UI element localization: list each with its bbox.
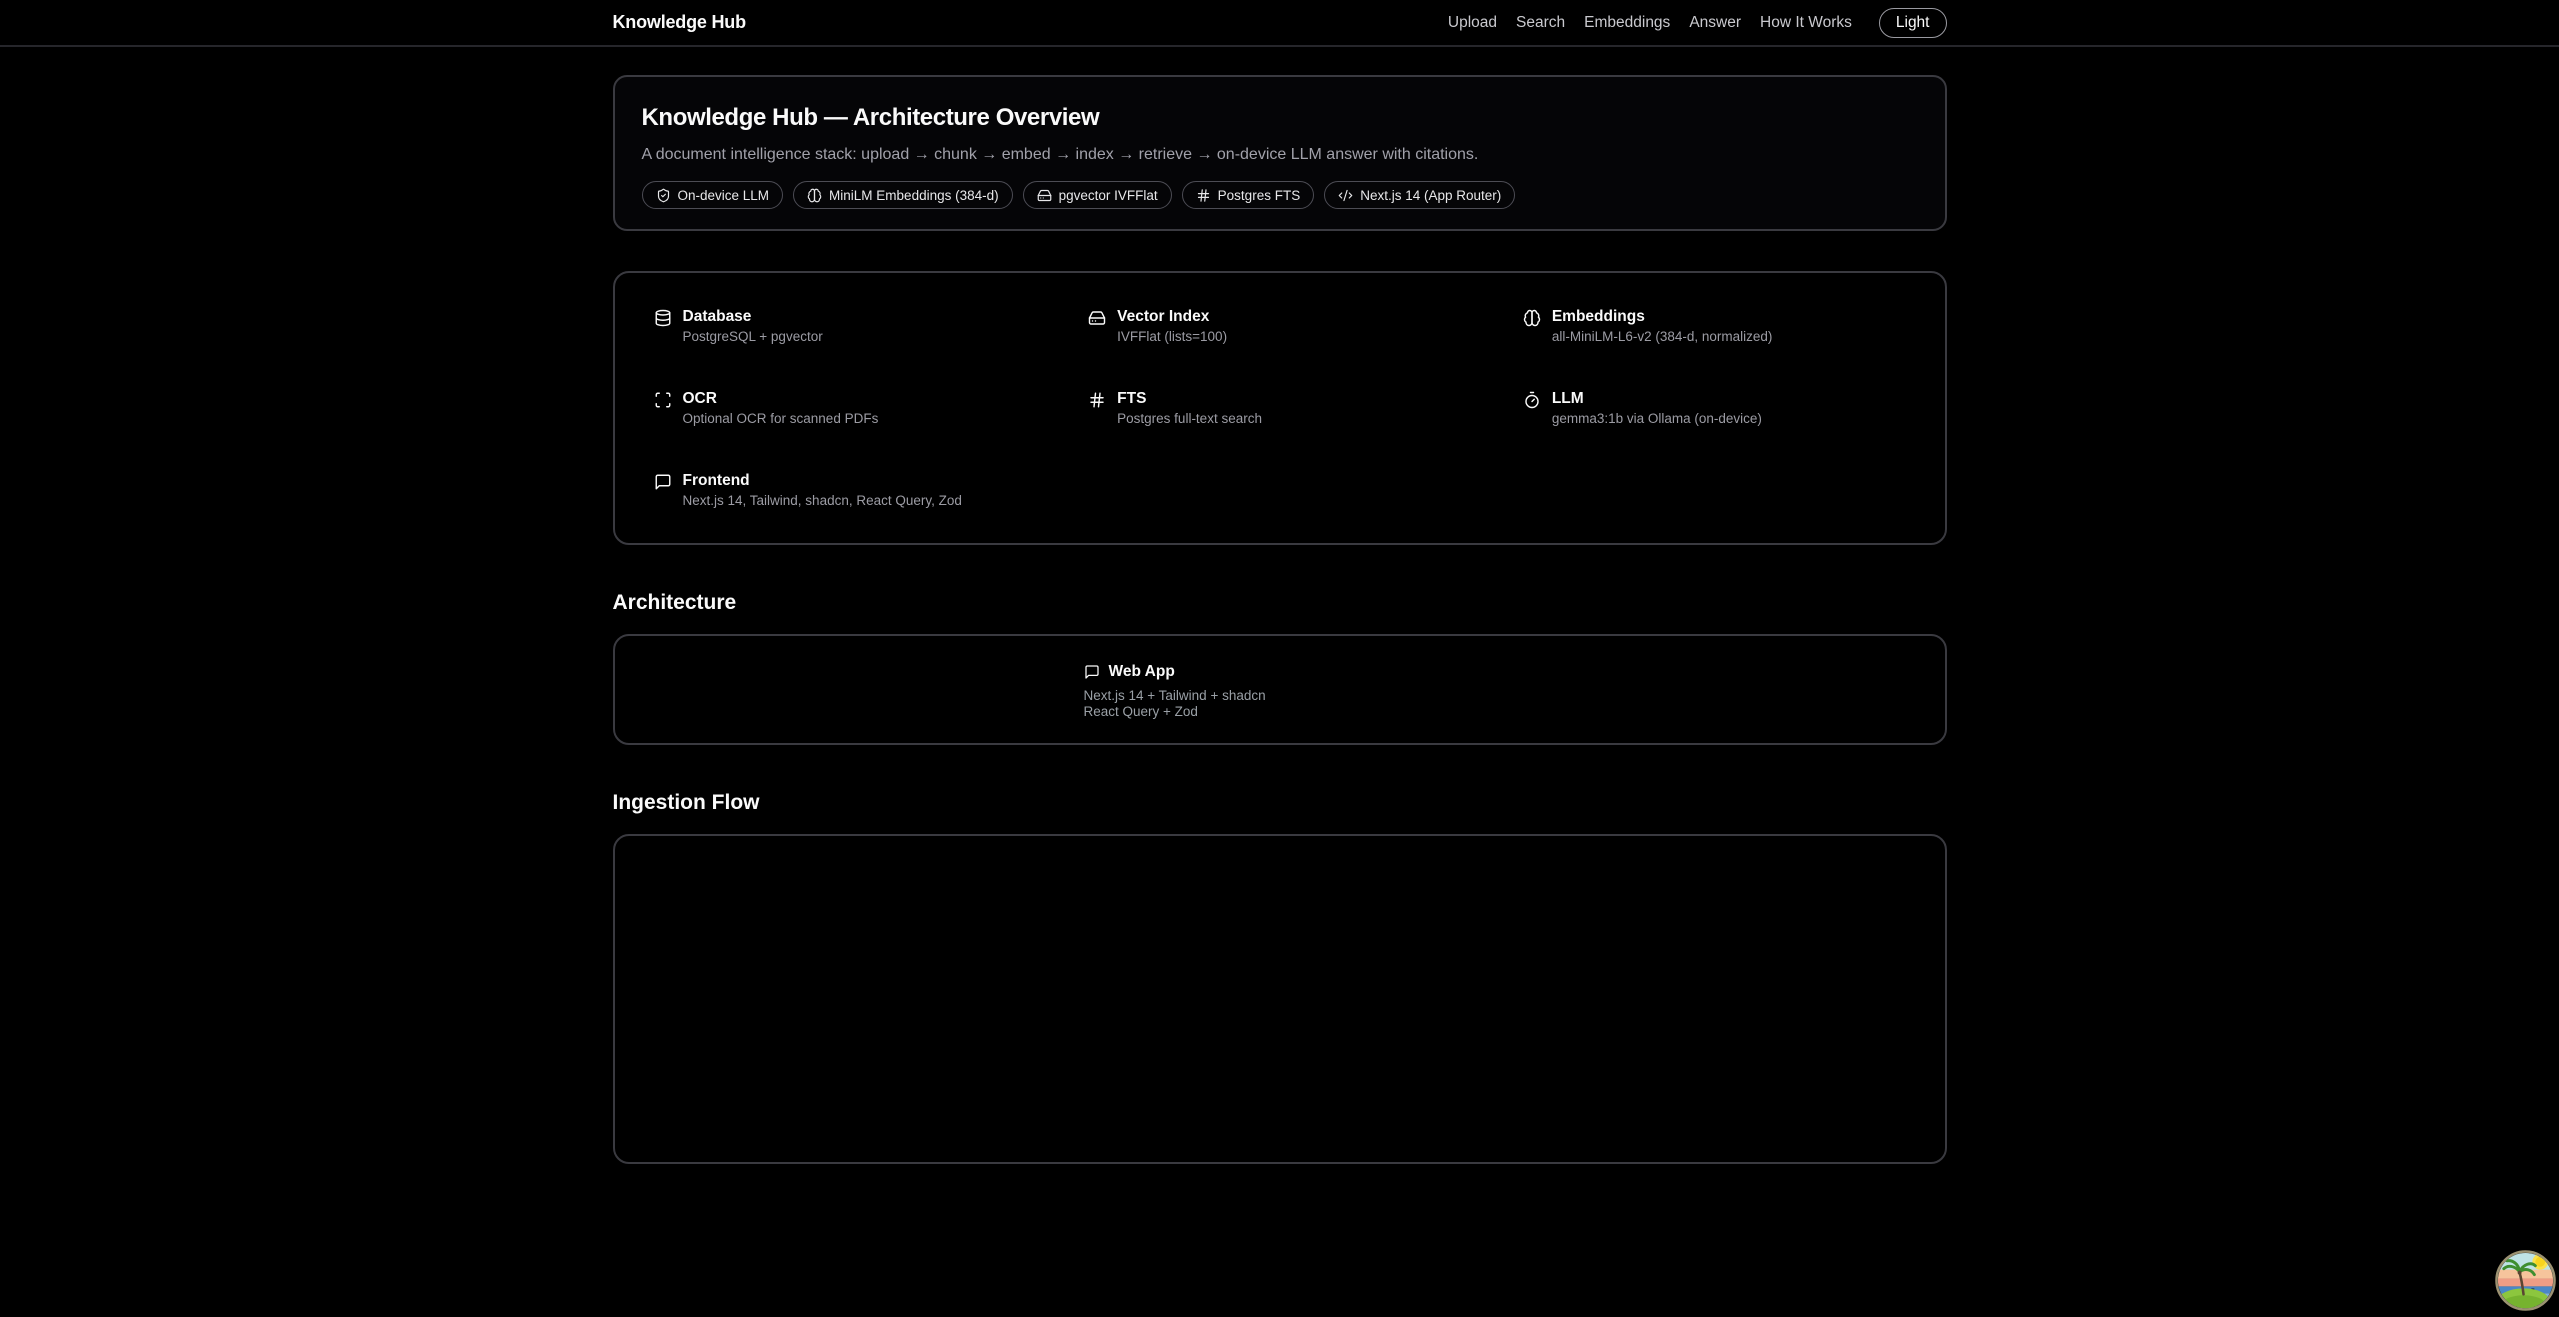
hash-icon <box>1088 391 1106 409</box>
card-title: Database <box>683 307 823 327</box>
page: { "nav": { "brand": "Knowledge Hub", "li… <box>0 0 2559 1317</box>
badge-minilm-embeddings-384-d: MiniLM Embeddings (384-d) <box>793 181 1013 209</box>
hard-drive-icon <box>1088 309 1106 327</box>
flow-node-line: React Query + Zod <box>1084 704 1476 720</box>
brain-icon <box>1523 309 1541 327</box>
section-ingestion-flow: Ingestion Flow <box>613 791 1947 1164</box>
stack-card-database: Database PostgreSQL + pgvector <box>641 299 1050 353</box>
card-title: FTS <box>1117 389 1262 409</box>
nav-link-how-it-works[interactable]: How It Works <box>1760 14 1852 32</box>
card-title: LLM <box>1552 389 1762 409</box>
section-architecture: Architecture Web App Next.js 14 + Tailwin… <box>613 591 1947 745</box>
card-title: Vector Index <box>1117 307 1227 327</box>
database-icon <box>654 309 672 327</box>
hero-card: Knowledge Hub — Architecture Overview A … <box>613 75 1947 231</box>
brain-icon <box>807 188 822 203</box>
hero-badges: On-device LLM MiniLM Embeddings (384-d) pg… <box>642 181 1918 209</box>
stack-card-fts: FTS Postgres full-text search <box>1075 381 1484 435</box>
ingestion-flow-panel <box>613 834 1947 1164</box>
nav-link-upload[interactable]: Upload <box>1448 14 1497 32</box>
hard-drive-icon <box>1037 188 1052 203</box>
code-icon <box>1338 188 1353 203</box>
badge-label: Next.js 14 (App Router) <box>1360 188 1501 203</box>
badge-next-js-14-app-router: Next.js 14 (App Router) <box>1324 181 1515 209</box>
message-square-icon <box>654 473 672 491</box>
brand-title[interactable]: Knowledge Hub <box>613 12 746 33</box>
nav-link-embeddings[interactable]: Embeddings <box>1584 14 1670 32</box>
timer-icon <box>1523 391 1541 409</box>
card-subtitle: Optional OCR for scanned PDFs <box>683 411 879 427</box>
badge-label: MiniLM Embeddings (384-d) <box>829 188 999 203</box>
card-subtitle: Postgres full-text search <box>1117 411 1262 427</box>
card-subtitle: all-MiniLM-L6-v2 (384-d, normalized) <box>1552 329 1773 345</box>
section-heading-architecture: Architecture <box>613 591 1947 615</box>
nav-links: Upload Search Embeddings Answer How It Works… <box>1448 8 1947 38</box>
stack-card-embeddings: Embeddings all-MiniLM-L6-v2 (384-d, norm… <box>1510 299 1919 353</box>
stack-card-frontend: Frontend Next.js 14, Tailwind, shadcn, R… <box>641 463 1050 517</box>
badge-on-device-llm: On-device LLM <box>642 181 784 209</box>
nav-link-search[interactable]: Search <box>1516 14 1565 32</box>
section-heading-ingestion-flow: Ingestion Flow <box>613 791 1947 815</box>
stack-card-vector-index: Vector Index IVFFlat (lists=100) <box>1075 299 1484 353</box>
nav-link-answer[interactable]: Answer <box>1689 14 1741 32</box>
stack-card-ocr: OCR Optional OCR for scanned PDFs <box>641 381 1050 435</box>
flow-node-web-app: Web App Next.js 14 + Tailwind + shadcnRea… <box>1069 655 1491 727</box>
card-subtitle: IVFFlat (lists=100) <box>1117 329 1227 345</box>
card-title: Frontend <box>683 471 962 491</box>
flow-node-line: Next.js 14 + Tailwind + shadcn <box>1084 688 1476 704</box>
card-subtitle: gemma3:1b via Ollama (on-device) <box>1552 411 1762 427</box>
card-title: OCR <box>683 389 879 409</box>
badge-pgvector-ivfflat: pgvector IVFFlat <box>1023 181 1172 209</box>
theme-toggle-button[interactable]: Light <box>1879 8 1947 38</box>
page-title: Knowledge Hub — Architecture Overview <box>642 104 1918 132</box>
message-square-icon <box>1084 664 1100 680</box>
top-nav: Knowledge Hub Upload Search Embeddings Answ… <box>0 0 2559 47</box>
scan-icon <box>654 391 672 409</box>
main-content: Knowledge Hub — Architecture Overview A … <box>613 47 1947 1164</box>
hash-icon <box>1196 188 1211 203</box>
card-title: Embeddings <box>1552 307 1773 327</box>
badge-postgres-fts: Postgres FTS <box>1182 181 1315 209</box>
badge-label: pgvector IVFFlat <box>1059 188 1158 203</box>
flow-node-title: Web App <box>1109 663 1175 681</box>
architecture-flow-panel: Web App Next.js 14 + Tailwind + shadcnRea… <box>613 634 1947 745</box>
stack-card-llm: LLM gemma3:1b via Ollama (on-device) <box>1510 381 1919 435</box>
page-subtitle: A document intelligence stack: upload → … <box>642 146 1918 164</box>
stack-cards-panel: Database PostgreSQL + pgvector Vector Ind… <box>613 271 1947 545</box>
badge-label: On-device LLM <box>678 188 770 203</box>
badge-label: Postgres FTS <box>1218 188 1301 203</box>
card-subtitle: PostgreSQL + pgvector <box>683 329 823 345</box>
island-overlay-icon[interactable] <box>2494 1249 2557 1312</box>
card-subtitle: Next.js 14, Tailwind, shadcn, React Quer… <box>683 493 962 509</box>
shield-check-icon <box>656 188 671 203</box>
